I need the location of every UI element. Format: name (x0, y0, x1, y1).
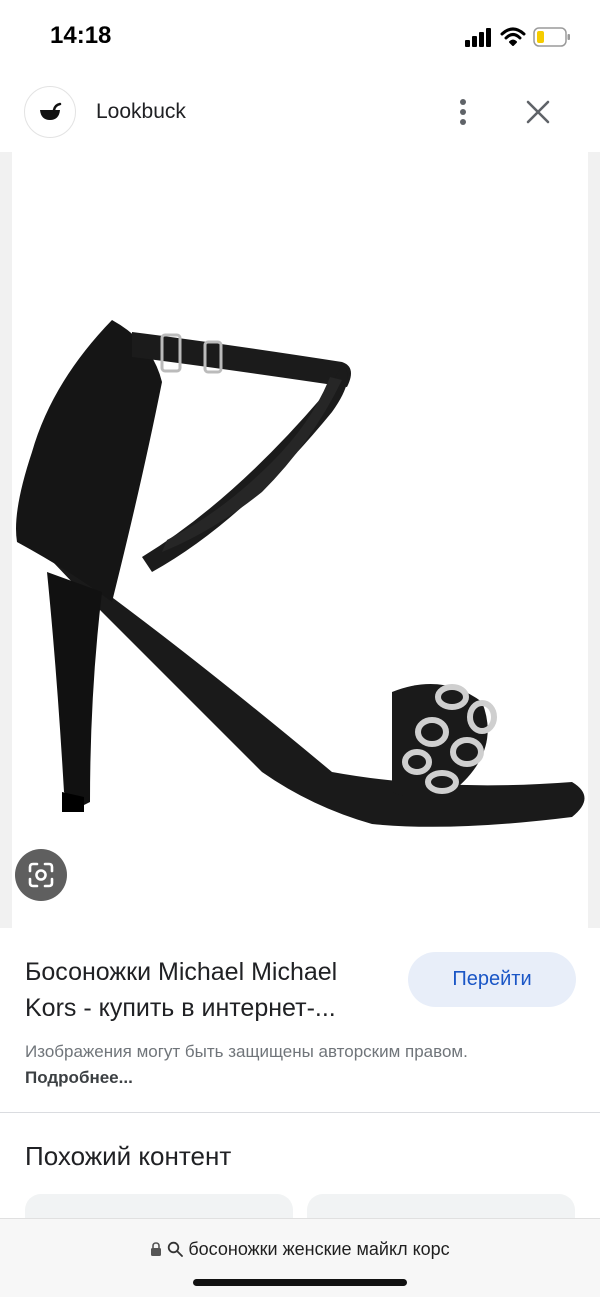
site-name[interactable]: Lookbuck (96, 100, 186, 124)
sandal-illustration (16, 320, 585, 827)
lock-icon (151, 1242, 162, 1256)
app-header: Lookbuck (0, 72, 600, 152)
learn-more-link[interactable]: Подробнее... (25, 1068, 133, 1087)
product-image (12, 152, 588, 928)
divider (0, 1112, 600, 1113)
copyright-text: Изображения могут быть защищены авторски… (25, 1042, 468, 1061)
copyright-notice: Изображения могут быть защищены авторски… (25, 1039, 485, 1091)
status-time: 14:18 (50, 22, 112, 49)
search-icon (168, 1241, 184, 1257)
result-title[interactable]: Босоножки Michael Michael Kors - купить … (25, 954, 397, 1026)
close-icon[interactable] (520, 94, 556, 130)
similar-content-heading: Похожий контент (25, 1141, 232, 1171)
battery-icon (533, 27, 570, 47)
signal-icon (465, 27, 493, 47)
home-indicator[interactable] (193, 1279, 407, 1286)
more-vertical-icon[interactable] (448, 94, 478, 130)
result-title-line1: Босоножки Michael Michael (25, 958, 338, 986)
lens-icon[interactable] (15, 849, 67, 901)
url-bar[interactable]: босоножки женские майкл корс (0, 1218, 600, 1297)
search-query: босоножки женские майкл корс (188, 1239, 450, 1259)
result-title-line2: Kors - купить в интернет-... (25, 994, 336, 1022)
url-display[interactable]: босоножки женские майкл корс (0, 1239, 600, 1260)
bowl-logo-icon[interactable] (24, 86, 76, 138)
status-bar: 14:18 (0, 0, 600, 72)
image-preview[interactable] (0, 152, 600, 928)
visit-button[interactable]: Перейти (408, 952, 576, 1007)
wifi-icon (500, 27, 526, 46)
